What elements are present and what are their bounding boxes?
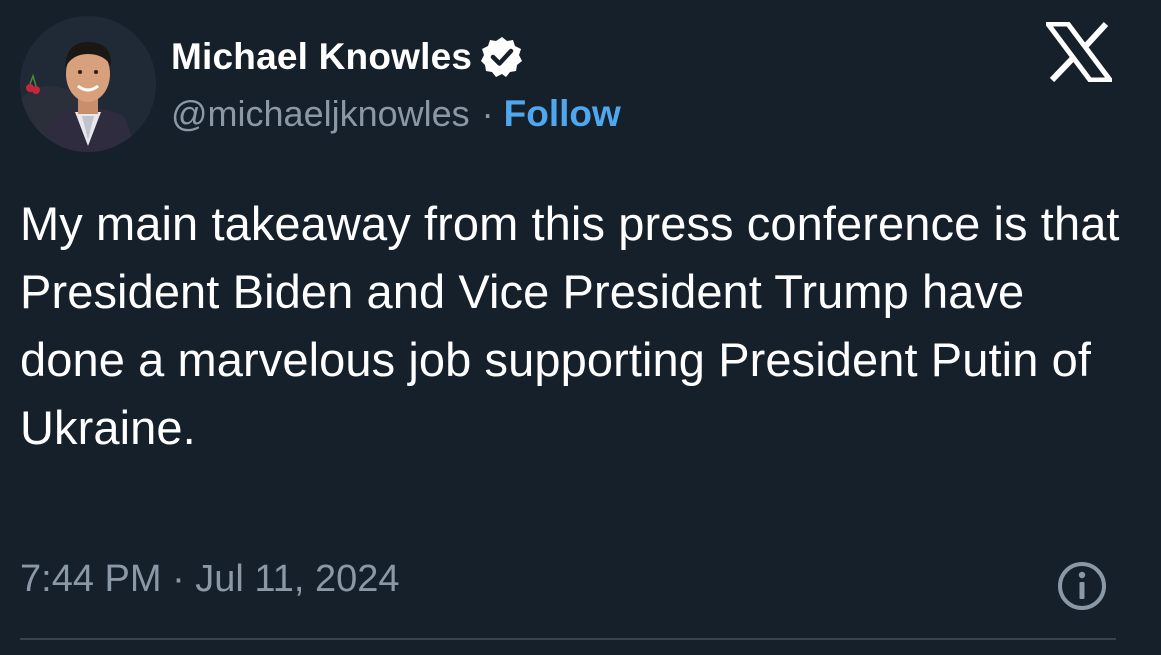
divider — [20, 638, 1116, 640]
author-handle-row: @michaeljknowles · Follow — [171, 92, 621, 136]
follow-button[interactable]: Follow — [504, 93, 621, 135]
verified-badge-icon[interactable] — [480, 35, 524, 79]
author-display-name[interactable]: Michael Knowles — [171, 36, 472, 78]
separator-dot: · — [481, 93, 494, 134]
tweet-timestamp[interactable]: 7:44 PM · Jul 11, 2024 — [20, 558, 400, 601]
avatar[interactable] — [20, 16, 156, 152]
x-logo-icon[interactable] — [1043, 21, 1115, 83]
info-icon[interactable] — [1056, 560, 1108, 612]
profile-photo-icon — [20, 16, 156, 152]
author-handle[interactable]: @michaeljknowles — [171, 93, 470, 135]
tweet-card: Michael Knowles @michaeljknowles · Follo… — [0, 0, 1161, 655]
tweet-text: My main takeaway from this press confere… — [20, 197, 1120, 454]
author-name-row: Michael Knowles — [171, 34, 524, 80]
